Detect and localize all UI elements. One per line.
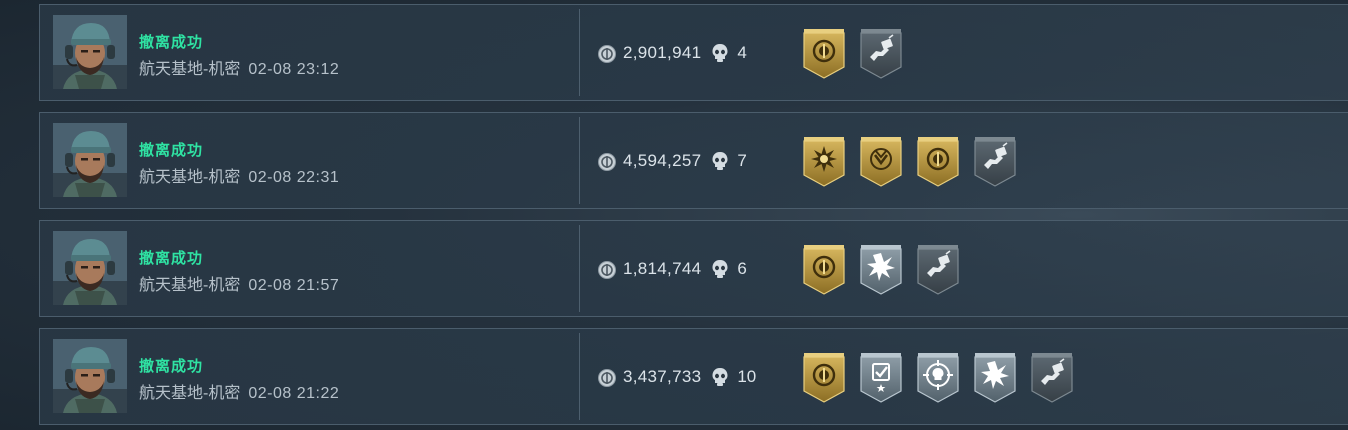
skull-icon bbox=[711, 151, 729, 171]
match-info: 航天基地-机密 02-08 23:12 bbox=[139, 55, 339, 79]
extraction-status: 撤离成功 bbox=[139, 142, 204, 159]
value-amount: 1,814,744 bbox=[623, 259, 702, 278]
divider bbox=[579, 9, 580, 96]
kill-count: 4 bbox=[737, 43, 747, 62]
operator-avatar bbox=[53, 231, 127, 305]
sunburst-medal-icon[interactable] bbox=[802, 137, 846, 187]
operator-avatar bbox=[53, 339, 127, 413]
gear-coin-medal-icon[interactable] bbox=[802, 353, 846, 403]
skull-icon bbox=[711, 259, 729, 279]
match-record-row[interactable]: 撤离成功 航天基地-机密 02-08 21:57 1,814,744 6 bbox=[39, 220, 1348, 317]
kill-count: 10 bbox=[737, 367, 757, 386]
skull-icon bbox=[711, 43, 729, 63]
match-time: 02-08 21:57 bbox=[248, 277, 340, 294]
gear-coin-medal-icon[interactable] bbox=[916, 137, 960, 187]
coin-icon bbox=[597, 368, 617, 388]
hand-card-medal-icon[interactable] bbox=[1030, 353, 1074, 403]
kill-count: 7 bbox=[737, 151, 747, 170]
burst-medal-icon[interactable] bbox=[973, 353, 1017, 403]
extraction-status: 撤离成功 bbox=[139, 358, 204, 375]
match-info: 航天基地-机密 02-08 21:22 bbox=[139, 379, 339, 403]
divider bbox=[579, 225, 580, 312]
value-amount: 3,437,733 bbox=[623, 367, 702, 386]
value-amount: 2,901,941 bbox=[623, 43, 702, 62]
coin-icon bbox=[597, 152, 617, 172]
skull-icon bbox=[711, 367, 729, 387]
match-time: 02-08 21:22 bbox=[248, 385, 340, 402]
match-record-row[interactable]: 撤离成功 航天基地-机密 02-08 23:12 2,901,941 4 bbox=[39, 4, 1348, 101]
extraction-status: 撤离成功 bbox=[139, 34, 204, 51]
match-record-row[interactable]: 撤离成功 航天基地-机密 02-08 22:31 4,594,257 7 bbox=[39, 112, 1348, 209]
crosshair-skull-medal-icon[interactable] bbox=[916, 353, 960, 403]
coin-icon bbox=[597, 44, 617, 64]
burst-medal-icon[interactable] bbox=[859, 245, 903, 295]
operator-avatar bbox=[53, 15, 127, 89]
map-name: 航天基地-机密 bbox=[139, 277, 241, 294]
extraction-status: 撤离成功 bbox=[139, 250, 204, 267]
checklist-star-medal-icon[interactable] bbox=[859, 353, 903, 403]
match-info: 航天基地-机密 02-08 21:57 bbox=[139, 271, 339, 295]
kill-count: 6 bbox=[737, 259, 747, 278]
map-name: 航天基地-机密 bbox=[139, 169, 241, 186]
map-name: 航天基地-机密 bbox=[139, 61, 241, 78]
hand-card-medal-icon[interactable] bbox=[973, 137, 1017, 187]
gear-coin-medal-icon[interactable] bbox=[802, 245, 846, 295]
divider bbox=[579, 333, 580, 420]
match-time: 02-08 23:12 bbox=[248, 61, 340, 78]
arrow-emblem-medal-icon[interactable] bbox=[859, 137, 903, 187]
match-time: 02-08 22:31 bbox=[248, 169, 340, 186]
coin-icon bbox=[597, 260, 617, 280]
map-name: 航天基地-机密 bbox=[139, 385, 241, 402]
match-record-row[interactable]: 撤离成功 航天基地-机密 02-08 21:22 3,437,733 10 bbox=[39, 328, 1348, 425]
divider bbox=[579, 117, 580, 204]
hand-card-medal-icon[interactable] bbox=[859, 29, 903, 79]
operator-avatar bbox=[53, 123, 127, 197]
match-info: 航天基地-机密 02-08 22:31 bbox=[139, 163, 339, 187]
gear-coin-medal-icon[interactable] bbox=[802, 29, 846, 79]
value-amount: 4,594,257 bbox=[623, 151, 702, 170]
hand-card-medal-icon[interactable] bbox=[916, 245, 960, 295]
